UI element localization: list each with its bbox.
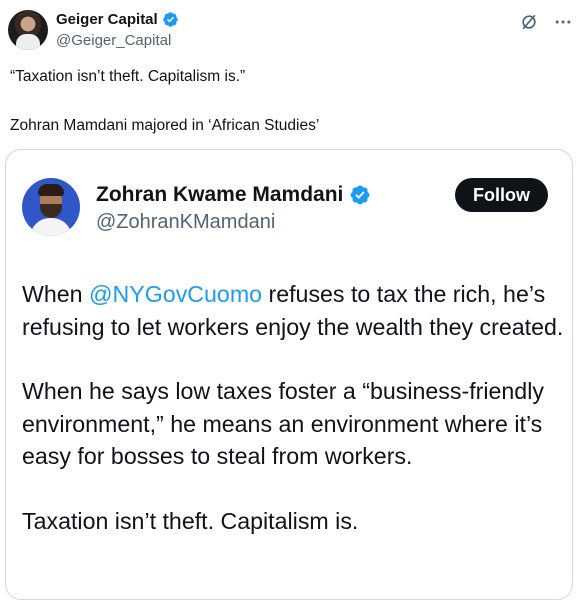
tweet-header: Geiger Capital @Geiger_Capital [8, 10, 573, 54]
quoted-tweet-body: When @NYGovCuomo refuses to tax the rich… [22, 278, 567, 569]
quoted-author-handle[interactable]: @ZohranKMamdani [96, 211, 275, 234]
quoted-paragraph-3: Taxation isn’t theft. Capitalism is. [22, 507, 359, 534]
author-name-row: Geiger Capital [56, 11, 179, 28]
author-name[interactable]: Geiger Capital [56, 11, 158, 28]
follow-button[interactable]: Follow [455, 178, 548, 212]
quoted-author-name-row: Zohran Kwame Mamdani [96, 183, 371, 207]
quoted-p1-text-start: When [22, 281, 90, 307]
quoted-tweet[interactable]: Zohran Kwame Mamdani @ZohranKMamdani Fol… [5, 149, 573, 600]
verified-badge-icon [349, 184, 371, 206]
tweet-text-line-1: “Taxation isn’t theft. Capitalism is.” [10, 68, 246, 85]
quoted-author-name[interactable]: Zohran Kwame Mamdani [96, 183, 343, 207]
header-actions [519, 12, 573, 32]
author-handle[interactable]: @Geiger_Capital [56, 32, 171, 49]
author-avatar[interactable] [8, 10, 48, 50]
verified-badge-icon [162, 11, 179, 28]
quoted-paragraph-1: When @NYGovCuomo refuses to tax the rich… [22, 278, 567, 343]
more-icon[interactable] [553, 12, 573, 32]
tweet-text-line-2: Zohran Mamdani majored in ‘African Studi… [10, 117, 320, 134]
quoted-author-avatar[interactable] [22, 178, 80, 236]
grok-icon[interactable] [519, 12, 539, 32]
quoted-paragraph-2: When he says low taxes foster a “busines… [22, 378, 544, 469]
mention-link[interactable]: @NYGovCuomo [89, 281, 262, 307]
